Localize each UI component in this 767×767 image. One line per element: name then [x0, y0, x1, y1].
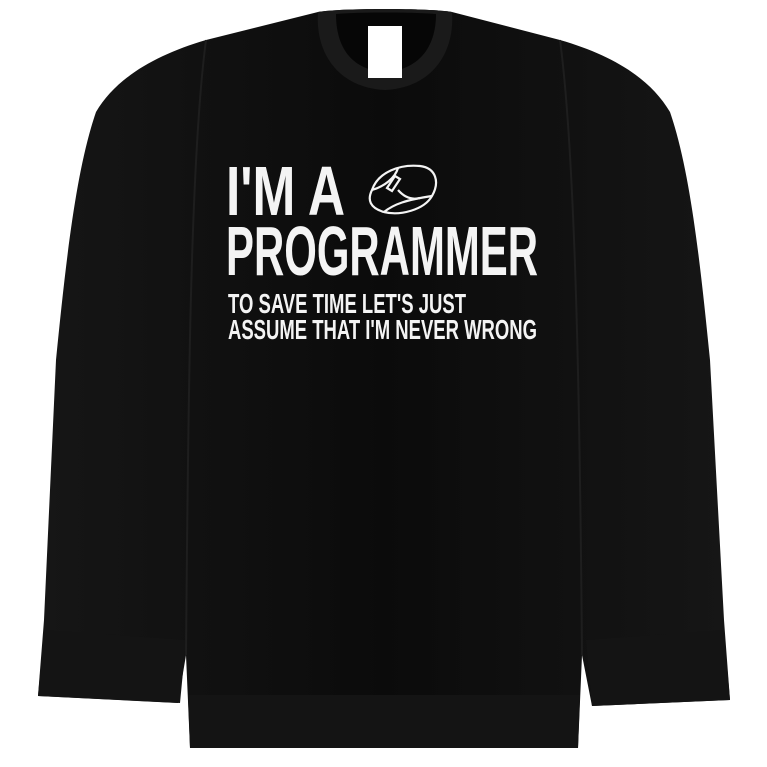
left-cuff: [38, 630, 186, 703]
sweatshirt: [38, 9, 730, 748]
sweatshirt-image: I'M A PROGRAMMER TO SAVE TIME LET'S JUST…: [38, 9, 730, 748]
print-line-4: ASSUME THAT I'M NEVER WRONG: [228, 314, 537, 345]
neck-label: [368, 26, 402, 78]
waistband: [188, 695, 580, 748]
right-cuff: [586, 630, 730, 706]
print-line-2: PROGRAMMER: [226, 212, 538, 290]
